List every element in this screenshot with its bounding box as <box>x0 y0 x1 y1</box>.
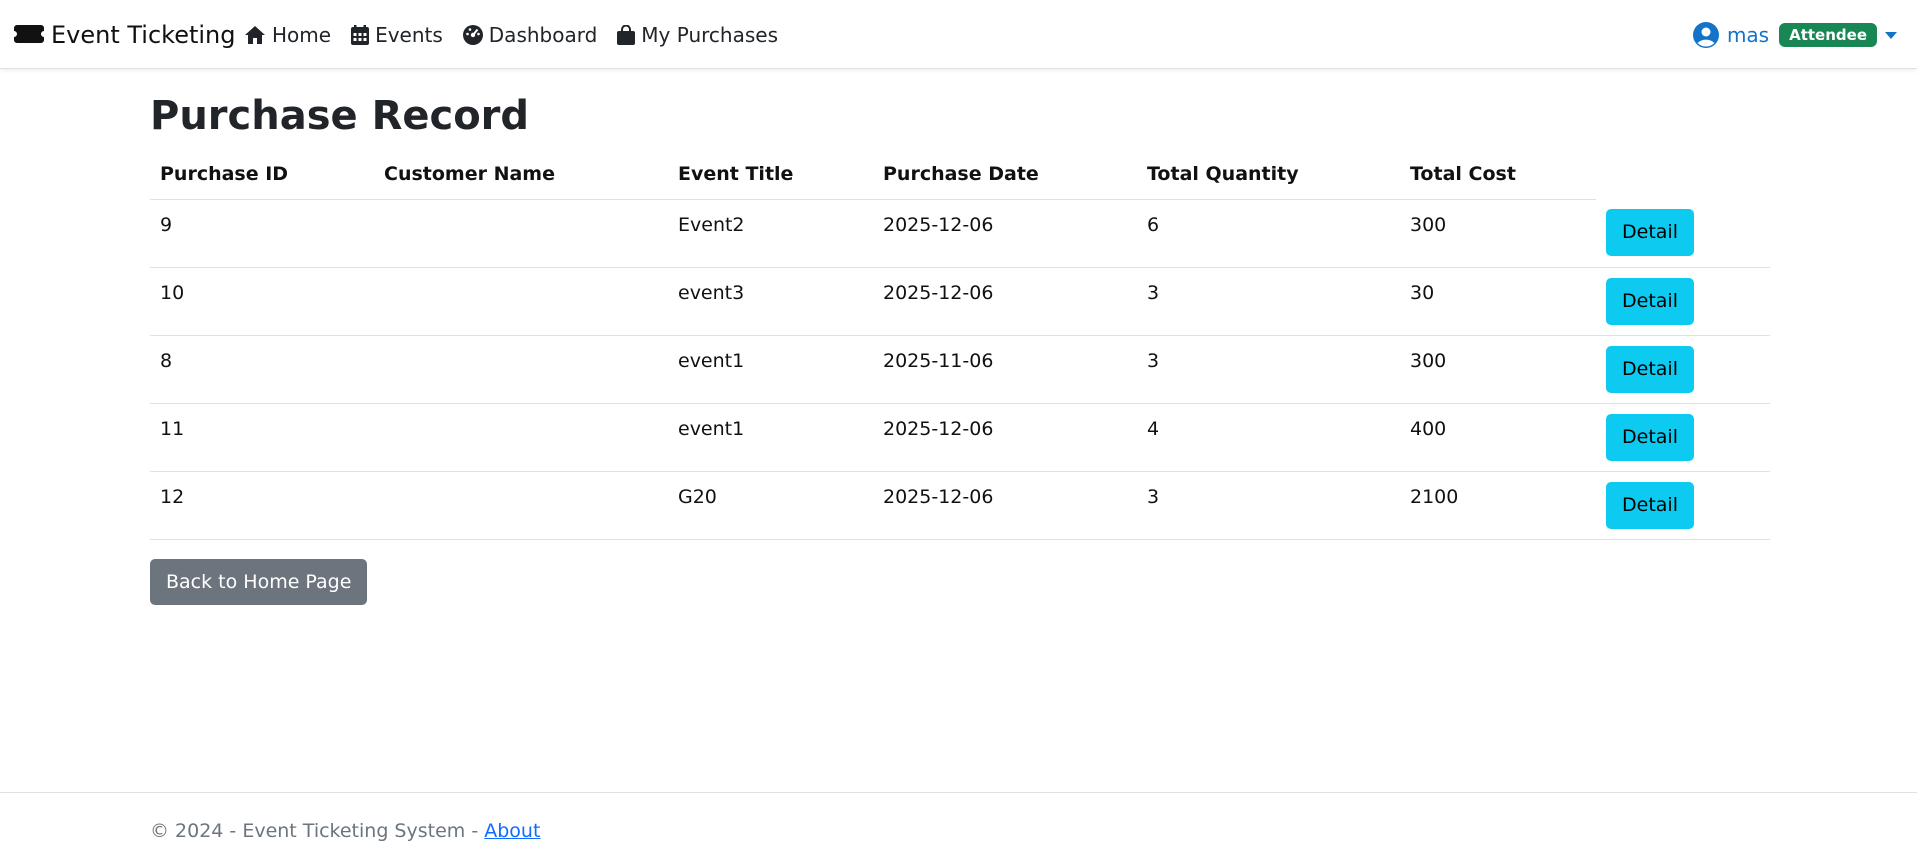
user-menu-toggle[interactable]: mas Attendee <box>1692 18 1897 52</box>
navbar: Event Ticketing Home Events Dashboard My… <box>0 0 1917 69</box>
column-header-purchase-date: Purchase Date <box>873 150 1137 200</box>
main-nav: Home Events Dashboard My Purchases <box>244 18 798 52</box>
cell-purchase-id: 8 <box>150 335 374 404</box>
cell-customer-name <box>374 267 668 336</box>
role-badge: Attendee <box>1779 23 1877 47</box>
detail-button[interactable]: Detail <box>1606 413 1694 461</box>
column-header-actions <box>1596 150 1770 199</box>
cell-purchase-id: 11 <box>150 403 374 472</box>
cell-total-quantity: 4 <box>1137 403 1400 472</box>
cell-actions: Detail <box>1596 199 1770 268</box>
cell-actions: Detail <box>1596 403 1770 472</box>
shopping-bag-icon <box>617 25 636 45</box>
cell-total-cost: 300 <box>1400 199 1596 268</box>
nav-item-label: Home <box>272 23 332 47</box>
table-header-row: Purchase ID Customer Name Event Title Pu… <box>150 150 1770 200</box>
ticket-icon <box>14 21 44 49</box>
user-name: mas <box>1726 23 1770 47</box>
cell-event-title: event1 <box>668 403 873 472</box>
nav-item-label: Dashboard <box>488 23 598 47</box>
footer: © 2024 - Event Ticketing System - About <box>0 792 1917 866</box>
table-row: 9 Event2 2025-12-06 6 300 Detail <box>150 199 1770 268</box>
table-row: 12 G20 2025-12-06 3 2100 Detail <box>150 471 1770 540</box>
cell-purchase-id: 10 <box>150 267 374 336</box>
cell-customer-name <box>374 471 668 540</box>
cell-event-title: Event2 <box>668 199 873 268</box>
detail-button[interactable]: Detail <box>1606 345 1694 393</box>
footer-copyright: © 2024 - Event Ticketing System - <box>150 820 485 842</box>
table-row: 10 event3 2025-12-06 3 30 Detail <box>150 267 1770 336</box>
cell-purchase-date: 2025-11-06 <box>873 335 1137 404</box>
cell-actions: Detail <box>1596 267 1770 336</box>
detail-button[interactable]: Detail <box>1606 481 1694 529</box>
column-header-customer-name: Customer Name <box>374 150 668 200</box>
page-title: Purchase Record <box>150 93 530 139</box>
cell-event-title: G20 <box>668 471 873 540</box>
nav-item-label: Events <box>375 23 443 47</box>
column-header-total-cost: Total Cost <box>1400 150 1596 200</box>
column-header-total-quantity: Total Quantity <box>1137 150 1400 200</box>
cell-total-cost: 300 <box>1400 335 1596 404</box>
cell-purchase-date: 2025-12-06 <box>873 267 1137 336</box>
chevron-down-icon <box>1885 31 1897 39</box>
cell-purchase-date: 2025-12-06 <box>873 199 1137 268</box>
cell-event-title: event3 <box>668 267 873 336</box>
brand-link[interactable]: Event Ticketing <box>14 17 236 53</box>
table-row: 8 event1 2025-11-06 3 300 Detail <box>150 335 1770 404</box>
nav-item-dashboard[interactable]: Dashboard <box>462 23 598 47</box>
house-icon <box>245 26 265 44</box>
cell-total-cost: 30 <box>1400 267 1596 336</box>
footer-text: © 2024 - Event Ticketing System - About <box>150 820 540 842</box>
cell-total-quantity: 3 <box>1137 335 1400 404</box>
cell-event-title: event1 <box>668 335 873 404</box>
cell-customer-name <box>374 403 668 472</box>
cell-total-cost: 400 <box>1400 403 1596 472</box>
detail-button[interactable]: Detail <box>1606 277 1694 325</box>
calendar-icon <box>351 25 370 45</box>
cell-total-quantity: 3 <box>1137 471 1400 540</box>
cell-purchase-date: 2025-12-06 <box>873 403 1137 472</box>
nav-item-label: My Purchases <box>641 23 778 47</box>
cell-purchase-id: 9 <box>150 199 374 268</box>
cell-customer-name <box>374 335 668 404</box>
nav-item-home[interactable]: Home <box>244 23 331 47</box>
brand-label: Event Ticketing <box>51 21 236 49</box>
cell-total-quantity: 3 <box>1137 267 1400 336</box>
about-link[interactable]: About <box>484 820 540 842</box>
nav-item-events[interactable]: Events <box>351 23 443 47</box>
speedometer-icon <box>462 25 483 45</box>
table-row: 11 event1 2025-12-06 4 400 Detail <box>150 403 1770 472</box>
user-circle-icon <box>1692 22 1719 48</box>
cell-actions: Detail <box>1596 335 1770 404</box>
cell-purchase-id: 12 <box>150 471 374 540</box>
detail-button[interactable]: Detail <box>1606 209 1694 256</box>
nav-item-my-purchases[interactable]: My Purchases <box>617 23 778 47</box>
column-header-event-title: Event Title <box>668 150 873 200</box>
purchase-table: Purchase ID Customer Name Event Title Pu… <box>150 150 1770 540</box>
cell-total-cost: 2100 <box>1400 471 1596 540</box>
cell-purchase-date: 2025-12-06 <box>873 471 1137 540</box>
cell-actions: Detail <box>1596 471 1770 540</box>
cell-total-quantity: 6 <box>1137 199 1400 268</box>
cell-customer-name <box>374 199 668 268</box>
column-header-purchase-id: Purchase ID <box>150 150 374 200</box>
back-to-home-button[interactable]: Back to Home Page <box>150 559 368 605</box>
